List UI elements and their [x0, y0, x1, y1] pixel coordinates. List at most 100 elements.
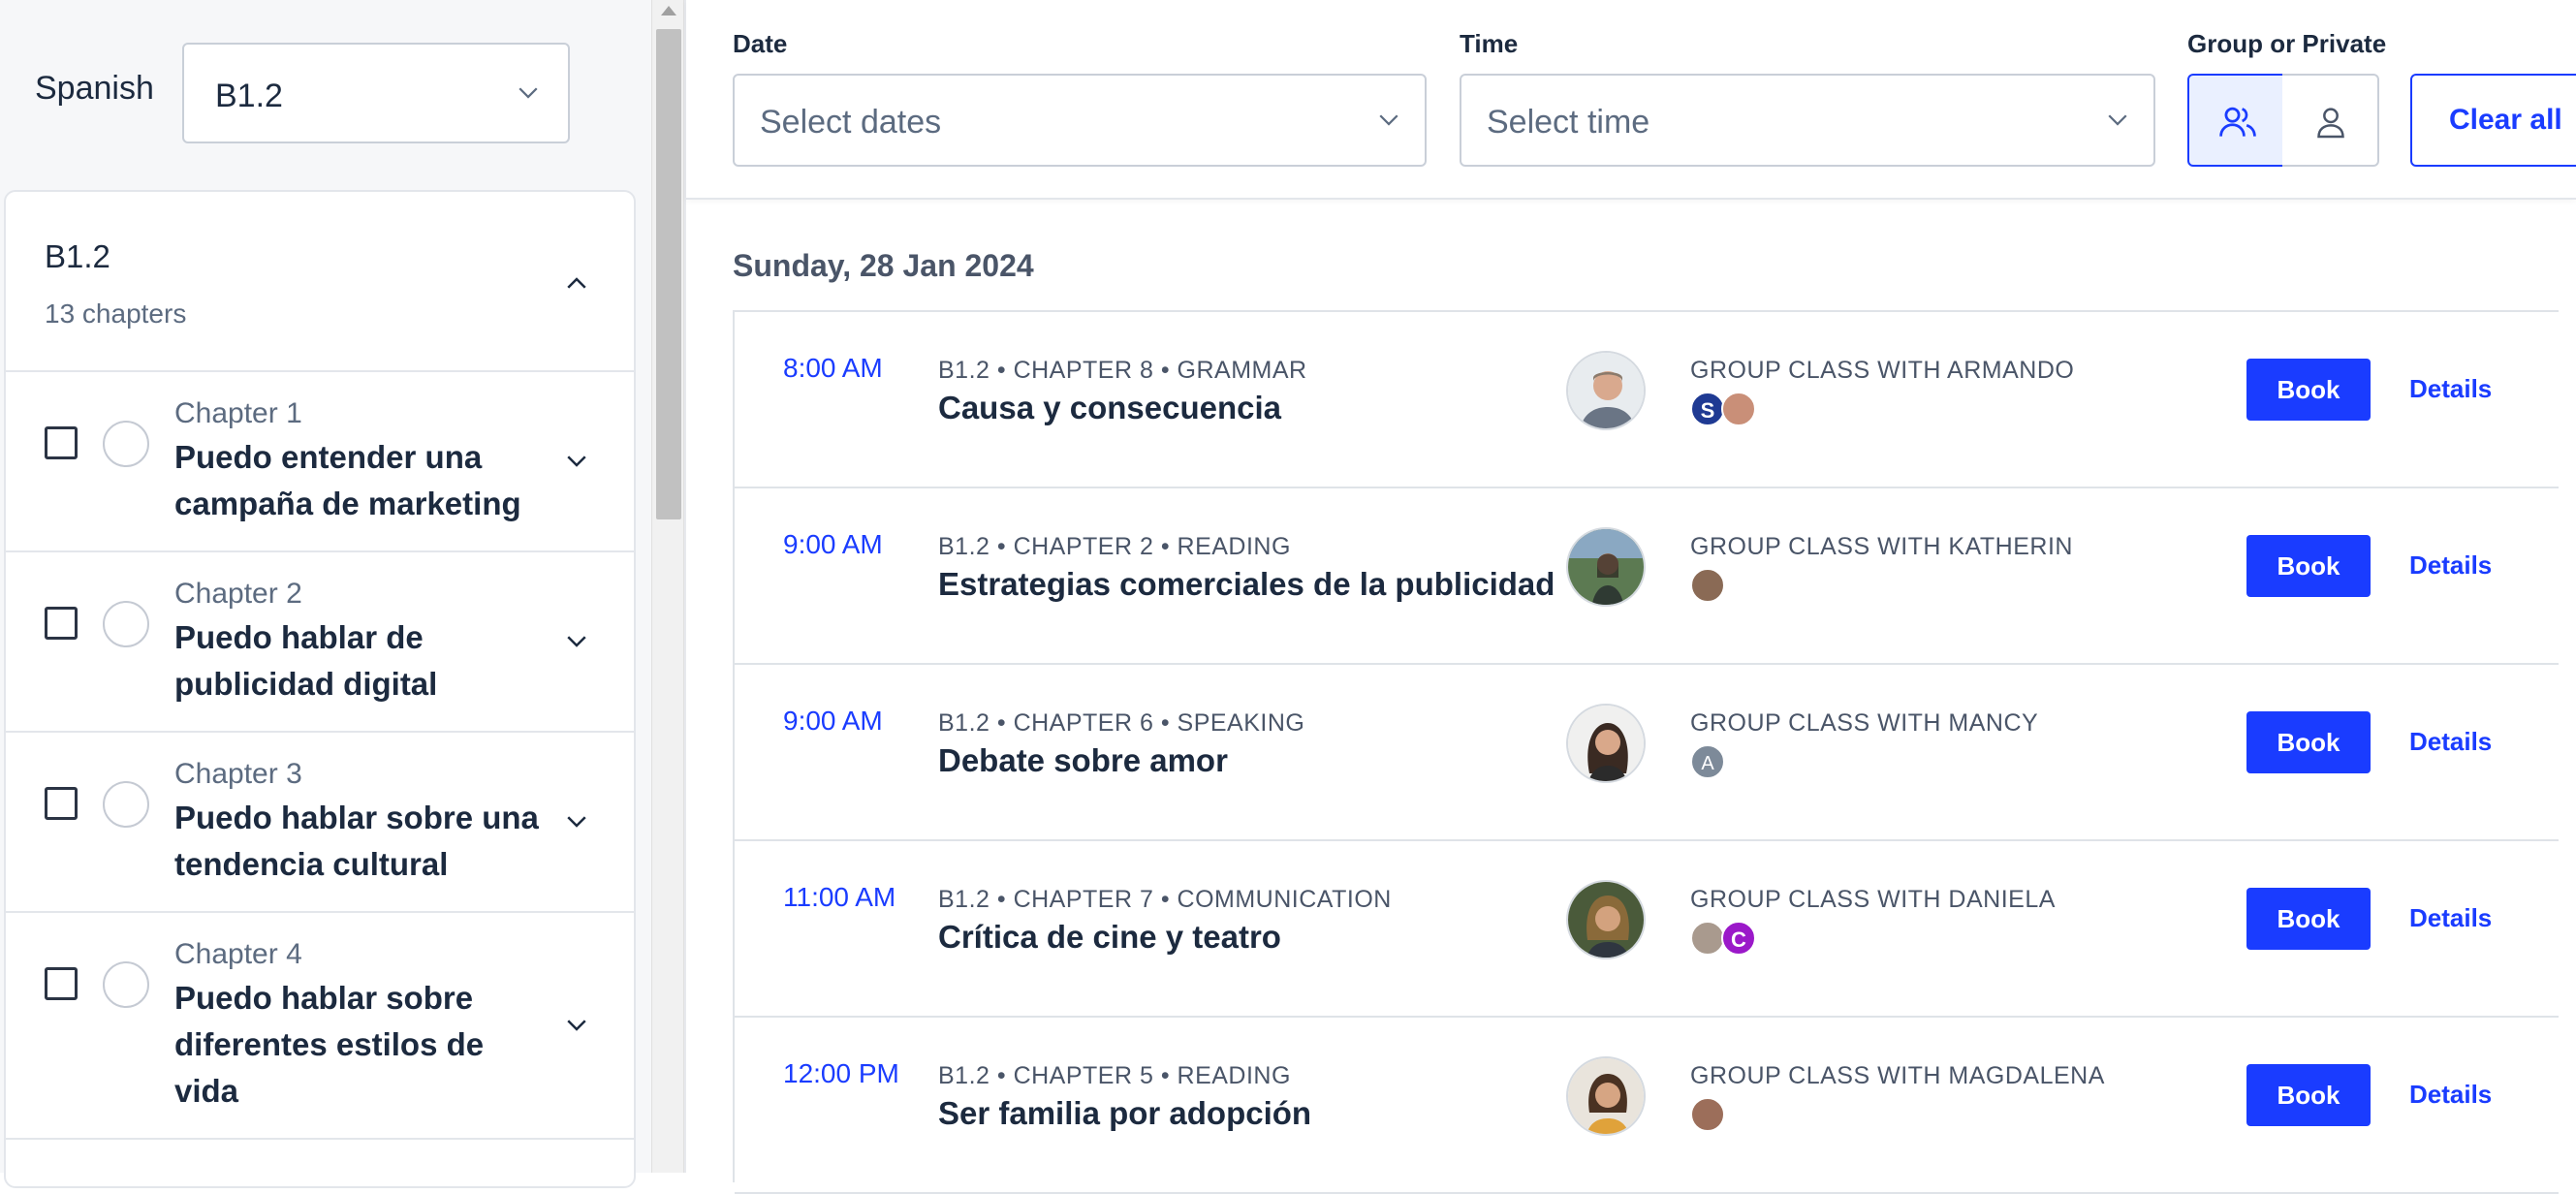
attendee-list [1690, 568, 1725, 605]
teacher-name: GROUP CLASS WITH KATHERIN [1690, 533, 2073, 560]
clear-all-button[interactable]: Clear all [2410, 74, 2576, 167]
attendee-list: C [1690, 921, 1756, 958]
progress-circle-icon [103, 601, 149, 647]
attendee-avatar [1721, 392, 1756, 426]
chevron-down-icon[interactable] [562, 1010, 591, 1044]
chevron-down-icon [1374, 105, 1403, 139]
session-title: Debate sobre amor [938, 742, 1228, 778]
chapter-title: Puedo entender una campaña de marketing [174, 439, 521, 521]
session-meta: B1.2 • CHAPTER 6 • SPEAKING [938, 709, 1305, 737]
details-link[interactable]: Details [2409, 727, 2492, 757]
time-select-placeholder: Select time [1487, 104, 1650, 141]
chevron-up-icon[interactable] [562, 269, 591, 303]
book-button[interactable]: Book [2246, 535, 2371, 597]
session-title: Causa y consecuencia [938, 390, 1282, 425]
chapter-item[interactable]: Chapter 2 Puedo hablar de publicidad dig… [6, 552, 634, 733]
details-link[interactable]: Details [2409, 1080, 2492, 1110]
book-button[interactable]: Book [2246, 359, 2371, 421]
session-meta: B1.2 • CHAPTER 5 • READING [938, 1062, 1291, 1089]
session-row: 11:00 AM B1.2 • CHAPTER 7 • COMMUNICATIO… [735, 841, 2559, 1018]
sidebar-scrollbar[interactable] [651, 0, 684, 1173]
book-button[interactable]: Book [2246, 888, 2371, 950]
teacher-avatar [1566, 1056, 1646, 1136]
language-label: Spanish [35, 70, 154, 107]
session-time: 12:00 PM [783, 1058, 899, 1088]
date-select-placeholder: Select dates [760, 104, 942, 141]
attendee-list: A [1690, 744, 1725, 781]
chapter-title: Puedo hablar sobre una tendencia cultura… [174, 800, 539, 882]
session-title: Estrategias comerciales de la publicidad [938, 566, 1555, 602]
date-filter-label: Date [733, 29, 788, 58]
session-row: 9:00 AM B1.2 • CHAPTER 2 • READING Estra… [735, 488, 2559, 665]
teacher-avatar [1566, 704, 1646, 783]
session-time: 8:00 AM [783, 353, 883, 383]
teacher-avatar [1566, 527, 1646, 607]
chapter-checkbox[interactable] [45, 607, 78, 640]
details-link[interactable]: Details [2409, 903, 2492, 933]
level-card-chapter-count: 13 chapters [45, 298, 187, 329]
chevron-down-icon [514, 78, 543, 111]
progress-circle-icon [103, 961, 149, 1008]
teacher-name: GROUP CLASS WITH MANCY [1690, 709, 2039, 737]
level-card: B1.2 13 chapters Chapter 1 Puedo entende… [4, 190, 636, 1188]
scroll-up-arrow-icon[interactable] [661, 6, 676, 16]
session-meta: B1.2 • CHAPTER 7 • COMMUNICATION [938, 886, 1392, 913]
private-toggle-button[interactable] [2282, 74, 2379, 167]
attendee-avatar [1690, 921, 1725, 956]
group-private-label: Group or Private [2187, 29, 2387, 58]
date-select[interactable]: Select dates [733, 74, 1427, 167]
time-select[interactable]: Select time [1460, 74, 2155, 167]
book-button[interactable]: Book [2246, 1064, 2371, 1126]
chapter-checkbox[interactable] [45, 787, 78, 820]
chapter-number: Chapter 4 [174, 938, 302, 970]
user-icon [2317, 108, 2344, 139]
filter-bar: Date Select dates Time Select time Group… [686, 0, 2576, 200]
chevron-down-icon[interactable] [562, 626, 591, 660]
teacher-name: GROUP CLASS WITH MAGDALENA [1690, 1062, 2105, 1089]
teacher-name: GROUP CLASS WITH ARMANDO [1690, 357, 2075, 384]
chevron-down-icon [2103, 105, 2132, 139]
details-link[interactable]: Details [2409, 550, 2492, 581]
chapter-item[interactable]: Chapter 4 Puedo hablar sobre diferentes … [6, 913, 634, 1140]
chapter-sidebar: Spanish B1.2 B1.2 13 chapters Chapter 1 … [0, 0, 651, 1188]
chevron-down-icon[interactable] [562, 806, 591, 840]
chapter-number: Chapter 2 [174, 578, 302, 610]
session-meta: B1.2 • CHAPTER 8 • GRAMMAR [938, 357, 1307, 384]
day-title: Sunday, 28 Jan 2024 [733, 248, 1034, 283]
level-card-header[interactable]: B1.2 13 chapters [6, 192, 634, 372]
details-link[interactable]: Details [2409, 374, 2492, 404]
chapter-item[interactable]: Chapter 3 Puedo hablar sobre una tendenc… [6, 733, 634, 913]
level-select[interactable]: B1.2 [182, 43, 570, 143]
attendee-avatar: S [1690, 392, 1725, 426]
book-button[interactable]: Book [2246, 711, 2371, 773]
attendee-avatar: C [1721, 921, 1756, 956]
time-filter-label: Time [1460, 29, 1519, 58]
session-row: 9:00 AM B1.2 • CHAPTER 6 • SPEAKING Deba… [735, 665, 2559, 841]
session-row: 8:00 AM B1.2 • CHAPTER 8 • GRAMMAR Causa… [735, 312, 2559, 488]
session-time: 9:00 AM [783, 706, 883, 736]
attendee-avatar [1690, 568, 1725, 603]
session-title: Crítica de cine y teatro [938, 919, 1281, 955]
level-card-title: B1.2 [45, 238, 110, 274]
chapter-item[interactable]: Chapter 1 Puedo entender una campaña de … [6, 372, 634, 552]
session-list: 8:00 AM B1.2 • CHAPTER 8 • GRAMMAR Causa… [733, 310, 2559, 1194]
chapter-title: Puedo hablar de publicidad digital [174, 619, 438, 702]
chapter-checkbox[interactable] [45, 426, 78, 459]
scrollbar-thumb[interactable] [656, 29, 681, 519]
teacher-name: GROUP CLASS WITH DANIELA [1690, 886, 2056, 913]
session-meta: B1.2 • CHAPTER 2 • READING [938, 533, 1291, 560]
chevron-down-icon[interactable] [562, 446, 591, 480]
attendee-list: S [1690, 392, 1756, 428]
chapter-title: Puedo hablar sobre diferentes estilos de… [174, 980, 485, 1109]
chapter-number: Chapter 3 [174, 758, 302, 790]
chapter-checkbox[interactable] [45, 967, 78, 1000]
session-time: 11:00 AM [783, 882, 896, 912]
attendee-list [1690, 1097, 1725, 1134]
group-users-icon [2219, 107, 2256, 137]
session-title: Ser familia por adopción [938, 1095, 1312, 1131]
group-toggle-button[interactable] [2187, 74, 2284, 167]
session-row: 12:00 PM B1.2 • CHAPTER 5 • READING Ser … [735, 1018, 2559, 1194]
session-time: 9:00 AM [783, 529, 883, 559]
level-select-value: B1.2 [215, 78, 283, 114]
attendee-avatar: A [1690, 744, 1725, 779]
